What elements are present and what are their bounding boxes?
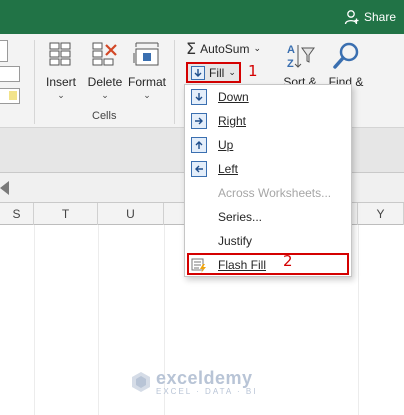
column-header[interactable]: S [0,203,34,225]
chevron-down-icon: ⌄ [57,90,65,100]
person-add-icon [344,10,359,25]
ribbon-clipped-control[interactable] [0,40,8,62]
menu-item-up[interactable]: Up [185,133,351,157]
arrow-left-icon[interactable] [0,179,14,197]
menu-item-right[interactable]: Right [185,109,351,133]
insert-cells-icon [49,42,71,66]
svg-text:A: A [287,44,295,56]
menu-item-across-worksheets: Across Worksheets... [185,181,351,205]
watermark-tagline: EXCEL · DATA · BI [156,387,258,396]
flash-fill-icon [191,258,206,273]
format-cells-icon [133,42,159,66]
format-button[interactable]: Format ⌄ [126,40,168,101]
menu-item-label: Across Worksheets... [218,186,332,200]
menu-item-flash-fill[interactable]: Flash Fill [185,253,351,277]
menu-item-justify[interactable]: Justify [185,229,351,253]
menu-item-left[interactable]: Left [185,157,351,181]
insert-button[interactable]: Insert ⌄ [42,40,80,101]
grid-line [34,225,35,415]
fill-down-icon [191,65,205,80]
group-separator [174,40,175,124]
menu-item-label: Series... [218,210,263,224]
watermark-name: exceldemy [156,368,253,388]
menu-item-label: Right [218,114,247,128]
fill-button[interactable]: Fill ⌄ [186,62,241,83]
format-label: Format [127,75,166,89]
step-marker-2: 2 [283,252,293,270]
column-header[interactable]: U [98,203,164,225]
step-marker-1: 1 [248,62,258,80]
exceldemy-logo-icon [132,372,150,392]
ribbon-clipped-swatch [9,91,17,100]
arrow-down-icon [191,89,207,105]
magnifier-icon [333,42,359,69]
group-separator [34,40,35,124]
cells-group-label: Cells [92,110,117,122]
menu-item-label: Justify [218,234,253,248]
title-bar: Share [0,0,404,34]
share-label: Share [363,10,396,24]
flash-fill-highlight [187,253,349,275]
delete-label: Delete [87,75,123,89]
share-button[interactable]: Share [344,9,396,25]
menu-item-label: Down [218,90,249,104]
autosum-label: AutoSum [200,41,250,56]
fill-dropdown-menu: Down Right Up Left Across Worksheets... … [184,84,352,277]
autosum-button[interactable]: Σ AutoSum ⌄ [186,39,261,58]
menu-item-label: Left [218,162,239,176]
delete-cells-icon [92,42,117,66]
sort-filter-button[interactable]: A Z Sort & [280,40,320,89]
watermark: exceldemy EXCEL · DATA · BI [130,368,257,396]
svg-text:Z: Z [287,58,294,70]
grid-line [98,225,99,415]
menu-item-down[interactable]: Down [185,85,351,109]
arrow-right-icon [191,113,207,129]
arrow-up-icon [191,137,207,153]
menu-item-label: Up [218,138,234,152]
chevron-down-icon: ⌄ [253,43,262,53]
insert-label: Insert [45,75,76,89]
chevron-down-icon: ⌄ [101,90,109,100]
sigma-icon: Σ [186,39,197,58]
arrow-left-icon [191,161,207,177]
menu-item-label: Flash Fill [218,258,267,272]
ribbon-clipped-control[interactable] [0,66,20,82]
chevron-down-icon: ⌄ [143,90,151,100]
sort-filter-icon: A Z [287,44,315,70]
column-header[interactable]: T [34,203,98,225]
menu-item-series[interactable]: Series... [185,205,351,229]
column-header[interactable]: Y [358,203,404,225]
delete-button[interactable]: Delete ⌄ [86,40,124,101]
chevron-down-icon: ⌄ [228,67,236,77]
grid-line [358,225,359,415]
fill-label: Fill [209,65,225,80]
find-select-button[interactable]: Find & [324,40,368,89]
